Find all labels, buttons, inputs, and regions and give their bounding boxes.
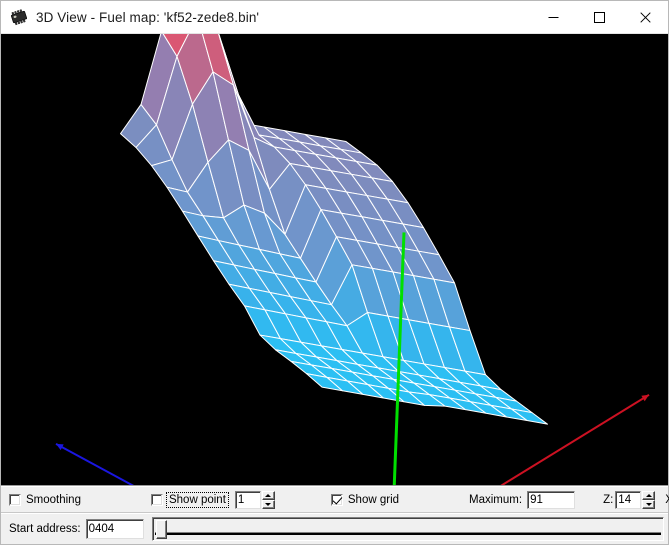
maximum-label: Maximum: <box>469 494 522 506</box>
smoothing-label[interactable]: Smoothing <box>26 494 81 506</box>
x-control[interactable]: X: 12 <box>665 491 669 509</box>
z-label: Z: <box>603 494 613 506</box>
z-spin-buttons[interactable] <box>642 491 655 509</box>
start-address-control[interactable]: Start address: 0404 <box>9 519 144 539</box>
options-toolbar: Smoothing Show point 1 Show grid Maximum… <box>1 486 668 513</box>
point-index-spin-up[interactable] <box>262 491 275 500</box>
chip-icon <box>6 6 32 28</box>
z-spin-down[interactable] <box>642 500 655 509</box>
point-index-spin-down[interactable] <box>262 500 275 509</box>
z-control[interactable]: Z: 14 <box>603 491 655 509</box>
title-bar[interactable]: 3D View - Fuel map: 'kf52-zede8.bin' <box>1 1 668 34</box>
3d-view-window: 3D View - Fuel map: 'kf52-zede8.bin' <box>0 0 669 545</box>
window-title: 3D View - Fuel map: 'kf52-zede8.bin' <box>36 10 530 25</box>
status-toolbar: Start address: 0404 <box>1 513 668 544</box>
start-address-trackbar[interactable] <box>152 517 664 541</box>
z-input[interactable]: 14 <box>615 491 641 509</box>
window-controls <box>530 1 668 34</box>
trackbar-thumb[interactable] <box>156 520 167 539</box>
maximize-icon <box>594 12 605 23</box>
show-grid-label[interactable]: Show grid <box>348 494 399 506</box>
smoothing-checkbox[interactable] <box>9 494 21 506</box>
maximum-input[interactable]: 91 <box>527 491 575 509</box>
smoothing-control[interactable]: Smoothing <box>9 494 81 506</box>
point-index-spinner[interactable]: 1 <box>235 491 275 509</box>
start-address-label: Start address: <box>9 523 81 535</box>
start-address-input[interactable]: 0404 <box>86 519 144 539</box>
show-point-label[interactable]: Show point <box>168 494 227 506</box>
show-grid-control[interactable]: Show grid <box>331 494 399 506</box>
minimize-icon <box>548 12 559 23</box>
show-point-checkbox[interactable] <box>151 494 163 506</box>
point-index-spin-buttons[interactable] <box>262 491 275 509</box>
maximum-control[interactable]: Maximum: 91 <box>469 491 575 509</box>
minimize-button[interactable] <box>530 1 576 34</box>
close-icon <box>640 12 651 23</box>
point-index-input[interactable]: 1 <box>235 491 261 509</box>
trackbar-groove <box>155 532 661 535</box>
maximize-button[interactable] <box>576 1 622 34</box>
x-label: X: <box>665 494 669 506</box>
3d-surface-canvas[interactable] <box>1 34 668 486</box>
surface-plot[interactable] <box>1 34 668 485</box>
show-point-control[interactable]: Show point <box>151 494 227 506</box>
show-grid-checkbox[interactable] <box>331 494 343 506</box>
close-button[interactable] <box>622 1 668 34</box>
z-spin-up[interactable] <box>642 491 655 500</box>
